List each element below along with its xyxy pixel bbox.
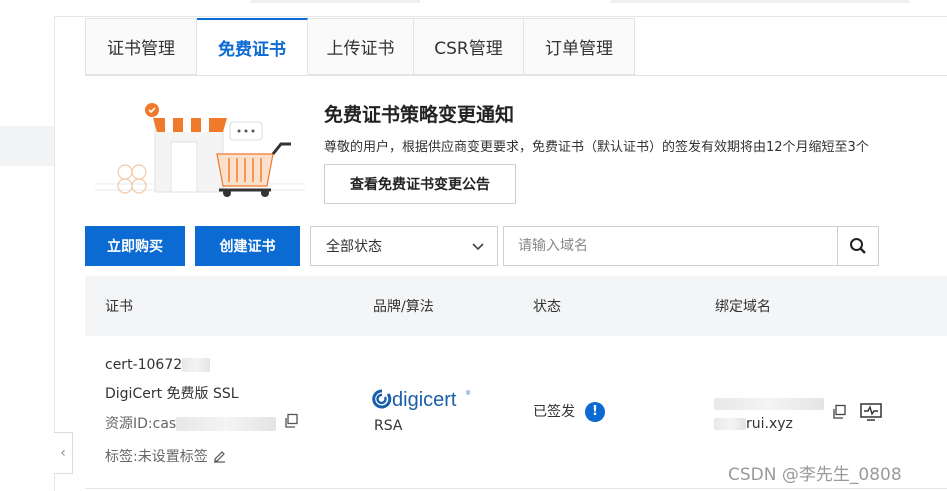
- svg-text:®: ®: [466, 390, 471, 397]
- status-select-value: 全部状态: [326, 239, 382, 255]
- buy-now-button[interactable]: 立即购买: [85, 226, 185, 266]
- chevron-down-icon: [472, 243, 484, 251]
- search-button[interactable]: [837, 226, 879, 266]
- row-divider: [85, 488, 947, 489]
- table-header: 证书 品牌/算法 状态 绑定域名: [85, 276, 947, 336]
- bound-domain-2: rui.xyz: [714, 416, 793, 432]
- tab-bar: 证书管理 免费证书 上传证书 CSR管理 订单管理: [85, 18, 635, 76]
- cert-id: cert-10672: [105, 357, 211, 373]
- resource-id-text: 资源ID:cas: [105, 416, 177, 432]
- domain-search-input[interactable]: [503, 226, 838, 266]
- view-announcement-button[interactable]: 查看免费证书变更公告: [324, 164, 516, 204]
- top-bar-blurred-item: [610, 0, 910, 3]
- redacted-text: [714, 418, 746, 430]
- tags-text: 标签:未设置标签: [105, 449, 208, 465]
- notice-title: 免费证书策略变更通知: [324, 104, 515, 126]
- top-bar-blurred-item: [250, 0, 420, 3]
- tags[interactable]: 标签:未设置标签: [105, 446, 227, 466]
- bound-domain-1: [714, 396, 824, 412]
- cert-id-text: cert-10672: [105, 357, 183, 373]
- status-text: 已签发: [533, 404, 575, 420]
- cert-name: DigiCert 免费版 SSL: [105, 386, 239, 402]
- sidebar-selected-item[interactable]: [0, 126, 54, 166]
- redacted-text: [714, 398, 824, 410]
- top-bar: [0, 0, 947, 17]
- watermark: CSDN @李先生_0808: [728, 465, 902, 485]
- col-header-status: 状态: [533, 299, 561, 315]
- chevron-left-icon: ‹: [60, 445, 66, 461]
- domain-suffix: rui.xyz: [746, 416, 793, 432]
- tab-order-management[interactable]: 订单管理: [524, 18, 635, 75]
- tab-free-cert[interactable]: 免费证书: [197, 18, 308, 75]
- search-icon: [850, 238, 866, 254]
- create-cert-button[interactable]: 创建证书: [195, 226, 300, 266]
- tab-cert-management[interactable]: 证书管理: [85, 18, 197, 75]
- tab-csr-management[interactable]: CSR管理: [414, 18, 524, 75]
- copy-icon[interactable]: [283, 413, 299, 429]
- shop-cart-illustration: [95, 92, 305, 202]
- digicert-logo: digicert ®: [372, 389, 471, 411]
- info-icon[interactable]: !: [585, 402, 605, 422]
- redacted-text: [176, 417, 277, 431]
- monitor-icon[interactable]: [859, 402, 883, 422]
- tabs-divider: [85, 75, 947, 76]
- resource-id: 资源ID:cas: [105, 413, 277, 433]
- redacted-text: [182, 358, 211, 372]
- svg-text:digicert: digicert: [392, 389, 457, 411]
- algorithm: RSA: [374, 418, 403, 434]
- edit-icon[interactable]: [212, 448, 227, 463]
- left-sidebar: [0, 16, 55, 491]
- sidebar-collapse-button[interactable]: ‹: [54, 432, 73, 474]
- col-header-domain: 绑定域名: [715, 299, 771, 315]
- col-header-cert: 证书: [105, 299, 133, 315]
- col-header-brand: 品牌/算法: [373, 299, 434, 315]
- copy-icon[interactable]: [831, 404, 847, 420]
- cert-status: 已签发!: [533, 401, 605, 422]
- status-select[interactable]: 全部状态: [310, 226, 498, 266]
- notice-description: 尊敬的用户，根据供应商变更要求，免费证书（默认证书）的签发有效期将由12个月缩短…: [324, 140, 869, 155]
- tab-upload-cert[interactable]: 上传证书: [308, 18, 414, 75]
